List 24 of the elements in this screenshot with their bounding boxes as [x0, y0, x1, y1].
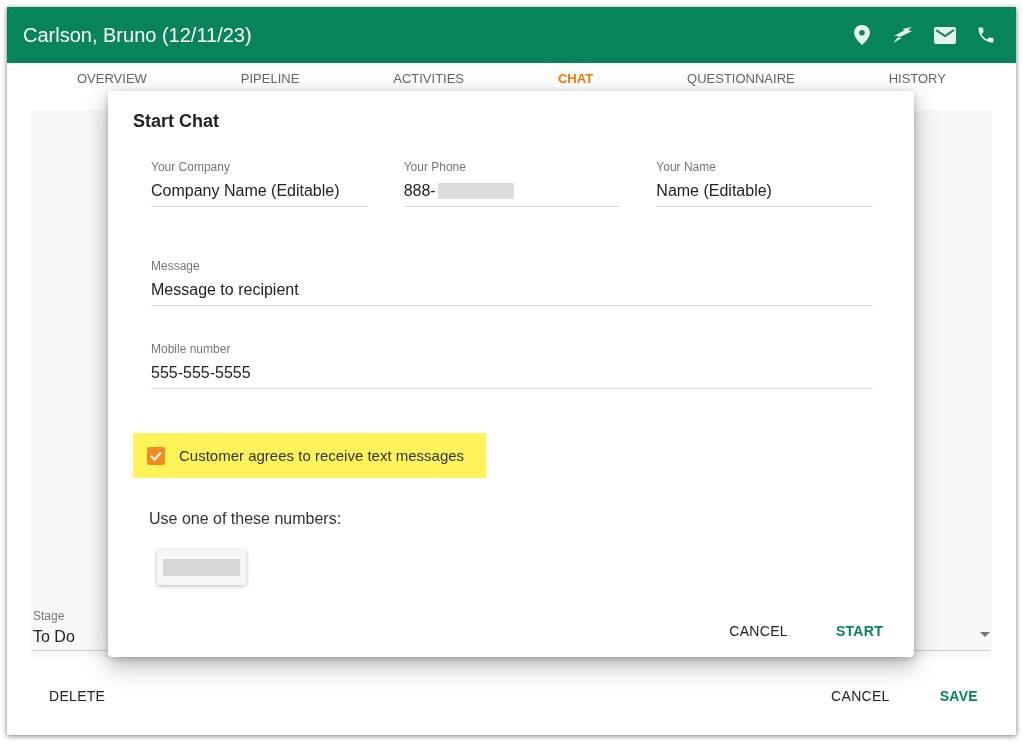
text-field[interactable]: Mobile number 555-555-5555	[151, 342, 873, 389]
numbers-label: Use one of these numbers:	[149, 510, 343, 528]
tab[interactable]: HISTORY	[858, 70, 976, 86]
checkbox-label: Customer agrees to receive text messages	[179, 447, 465, 464]
cancel-button[interactable]: CANCEL	[711, 615, 806, 647]
phone-icon[interactable]	[976, 25, 996, 45]
tab[interactable]: PIPELINE	[210, 70, 330, 86]
text-field[interactable]: Your Phone 888-	[403, 160, 621, 207]
dialog-title: Start Chat	[133, 111, 220, 132]
window-title: Carlson, Bruno (12/11/23)	[23, 23, 252, 47]
text-field[interactable]: Your Company Company Name (Editable)	[151, 160, 368, 207]
dropdown-caret-icon	[980, 632, 990, 637]
tab[interactable]: QUESTIONNAIRE	[657, 70, 825, 86]
tab[interactable]: ACTIVITIES	[363, 70, 495, 86]
start-button[interactable]: START	[817, 615, 901, 647]
save-button[interactable]: SAVE	[921, 680, 996, 712]
location-pin-icon[interactable]	[854, 25, 870, 45]
tab[interactable]: OVERVIEW	[47, 70, 177, 86]
cancel-button[interactable]: CANCEL	[813, 680, 908, 712]
mail-icon[interactable]	[934, 26, 956, 44]
text-field[interactable]: Message Message to recipient	[151, 259, 873, 306]
checkbox[interactable]	[147, 446, 165, 465]
text-field[interactable]: Your Name Name (Editable)	[656, 160, 873, 207]
delete-button[interactable]: DELETE	[31, 680, 124, 712]
